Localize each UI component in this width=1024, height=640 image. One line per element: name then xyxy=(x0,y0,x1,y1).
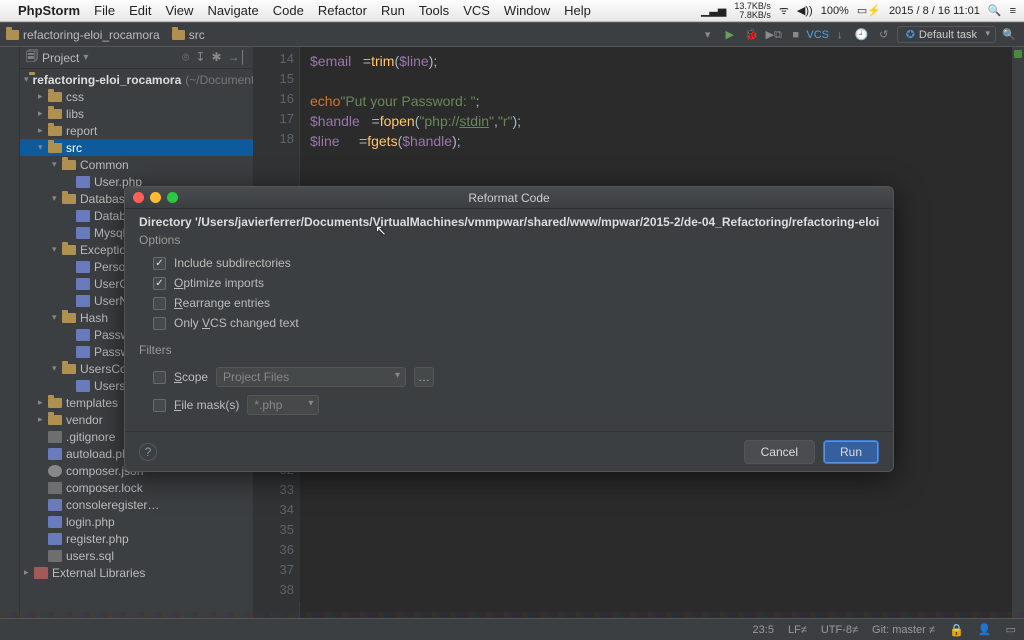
coverage-button[interactable]: ▶⧉ xyxy=(765,26,783,44)
rearrange-entries-checkbox[interactable] xyxy=(153,297,166,310)
zoom-icon[interactable] xyxy=(167,192,178,203)
close-icon[interactable] xyxy=(133,192,144,203)
breadcrumb-root-label: refactoring-eloi_rocamora xyxy=(23,28,160,42)
vcs-commit-button[interactable]: ↓ xyxy=(831,26,849,44)
breadcrumb-root[interactable]: refactoring-eloi_rocamora xyxy=(6,28,160,42)
inspection-ok-icon xyxy=(1014,50,1022,58)
menu-extra-icon[interactable]: ≡ xyxy=(1010,5,1016,17)
tree-row[interactable]: Common xyxy=(20,156,253,173)
reformat-code-dialog: Reformat Code Directory '/Users/javierfe… xyxy=(124,186,894,472)
wifi-icon[interactable]: ᯤ xyxy=(779,3,789,18)
tree-row[interactable]: css xyxy=(20,88,253,105)
filters-heading: Filters xyxy=(139,343,879,357)
line-separator[interactable]: LF≠ xyxy=(788,624,807,636)
stop-button[interactable]: ■ xyxy=(787,26,805,44)
menu-navigate[interactable]: Navigate xyxy=(207,3,258,18)
macos-menubar: PhpStorm File Edit View Navigate Code Re… xyxy=(0,0,1024,22)
task-selector[interactable]: ✪Default task xyxy=(897,26,996,43)
scope-combo[interactable]: Project Files xyxy=(216,367,406,387)
tree-row[interactable]: libs xyxy=(20,105,253,122)
dialog-titlebar[interactable]: Reformat Code xyxy=(125,187,893,209)
minimize-icon[interactable] xyxy=(150,192,161,203)
tree-row[interactable]: register.php xyxy=(20,530,253,547)
optimize-imports-label: Optimize imports xyxy=(174,276,264,290)
optimize-imports-checkbox[interactable] xyxy=(153,277,166,290)
breadcrumb-src[interactable]: src xyxy=(172,28,205,42)
menu-vcs[interactable]: VCS xyxy=(463,3,490,18)
dialog-title: Reformat Code xyxy=(125,191,893,205)
hector-icon[interactable]: 👤 xyxy=(978,623,992,636)
scope-checkbox[interactable] xyxy=(153,371,166,384)
include-subdirs-checkbox[interactable] xyxy=(153,257,166,270)
file-mask-checkbox[interactable] xyxy=(153,399,166,412)
project-panel-title[interactable]: 🗐Project▾ xyxy=(26,47,182,68)
only-vcs-changed-checkbox[interactable] xyxy=(153,317,166,330)
menu-code[interactable]: Code xyxy=(273,3,304,18)
editor-lines: $email = trim($line); echo "Put your Pas… xyxy=(300,47,1024,151)
volume-icon[interactable]: ◀)) xyxy=(797,4,813,17)
tree-root[interactable]: refactoring-eloi_rocamora(~/Documents/Vi… xyxy=(20,71,253,88)
file-encoding[interactable]: UTF-8≠ xyxy=(821,624,858,636)
scope-more-button[interactable]: … xyxy=(414,367,434,387)
directory-path: Directory '/Users/javierferrer/Documents… xyxy=(139,215,879,229)
vcs-history-button[interactable]: 🕘 xyxy=(853,26,871,44)
run-config-dropdown[interactable]: ▾ xyxy=(699,26,717,44)
rearrange-entries-label: Rearrange entries xyxy=(174,296,270,310)
file-mask-combo[interactable]: *.php xyxy=(247,395,319,415)
folder-icon xyxy=(6,30,19,40)
menu-edit[interactable]: Edit xyxy=(129,3,151,18)
breadcrumb-src-label: src xyxy=(189,28,205,42)
autoscroll-icon[interactable]: ⌾ xyxy=(182,50,189,65)
collapse-all-icon[interactable]: ↧ xyxy=(195,50,205,65)
run-button[interactable]: ▶ xyxy=(721,26,739,44)
folder-icon xyxy=(172,30,185,40)
cursor-position[interactable]: 23:5 xyxy=(753,624,774,636)
external-libraries[interactable]: External Libraries xyxy=(20,564,253,581)
cancel-button[interactable]: Cancel xyxy=(744,440,815,464)
tree-row[interactable]: report xyxy=(20,122,253,139)
memory-indicator[interactable]: ▭ xyxy=(1006,623,1016,636)
tree-row[interactable]: consoleregister… xyxy=(20,496,253,513)
left-tool-strip xyxy=(0,47,20,618)
battery-percent: 100% xyxy=(821,5,849,17)
editor-gutter-lower: 32333435363738 xyxy=(254,462,300,602)
file-mask-label: File mask(s) xyxy=(174,398,239,412)
tree-row[interactable]: login.php xyxy=(20,513,253,530)
tree-row[interactable]: composer.lock xyxy=(20,479,253,496)
menu-refactor[interactable]: Refactor xyxy=(318,3,367,18)
scope-label: Scope xyxy=(174,370,208,384)
app-name[interactable]: PhpStorm xyxy=(18,3,80,18)
search-everywhere-icon[interactable]: 🔍 xyxy=(1000,26,1018,44)
status-bar: 23:5 LF≠ UTF-8≠ Git: master ≠ 🔒 👤 ▭ xyxy=(0,618,1024,640)
tree-row[interactable]: users.sql xyxy=(20,547,253,564)
hide-panel-icon[interactable]: →│ xyxy=(228,50,248,65)
debug-button[interactable]: 🐞 xyxy=(743,26,761,44)
spotlight-icon[interactable]: 🔍 xyxy=(988,4,1002,17)
menu-tools[interactable]: Tools xyxy=(419,3,449,18)
only-vcs-changed-label: Only VCS changed text xyxy=(174,316,299,330)
mouse-cursor-icon: ↖ xyxy=(375,222,387,239)
settings-icon[interactable]: ✱ xyxy=(211,50,221,65)
menu-run[interactable]: Run xyxy=(381,3,405,18)
clock: 2015 / 8 / 16 11:01 xyxy=(889,5,980,17)
lock-icon[interactable]: 🔒 xyxy=(949,623,964,637)
menu-help[interactable]: Help xyxy=(564,3,591,18)
menu-view[interactable]: View xyxy=(165,3,193,18)
vcs-update-button[interactable]: VCS xyxy=(809,26,827,44)
options-heading: Options xyxy=(139,233,879,247)
editor-error-strip[interactable] xyxy=(1012,47,1024,618)
menu-file[interactable]: File xyxy=(94,3,115,18)
net-rates: 13.7KB/s7.8KB/s xyxy=(734,2,771,20)
help-button[interactable]: ? xyxy=(139,443,157,461)
run-button[interactable]: Run xyxy=(823,440,879,464)
vcs-revert-button[interactable]: ↺ xyxy=(875,26,893,44)
tree-row[interactable]: src xyxy=(20,139,253,156)
menu-window[interactable]: Window xyxy=(504,3,550,18)
include-subdirs-label: Include subdirectories xyxy=(174,256,291,270)
battery-icon: ▭⚡ xyxy=(857,4,881,17)
status-graph-icon: ▁▃▅ xyxy=(701,4,726,17)
ide-toolbar: refactoring-eloi_rocamora src ▾ ▶ 🐞 ▶⧉ ■… xyxy=(0,22,1024,47)
git-branch[interactable]: Git: master ≠ xyxy=(872,624,935,636)
